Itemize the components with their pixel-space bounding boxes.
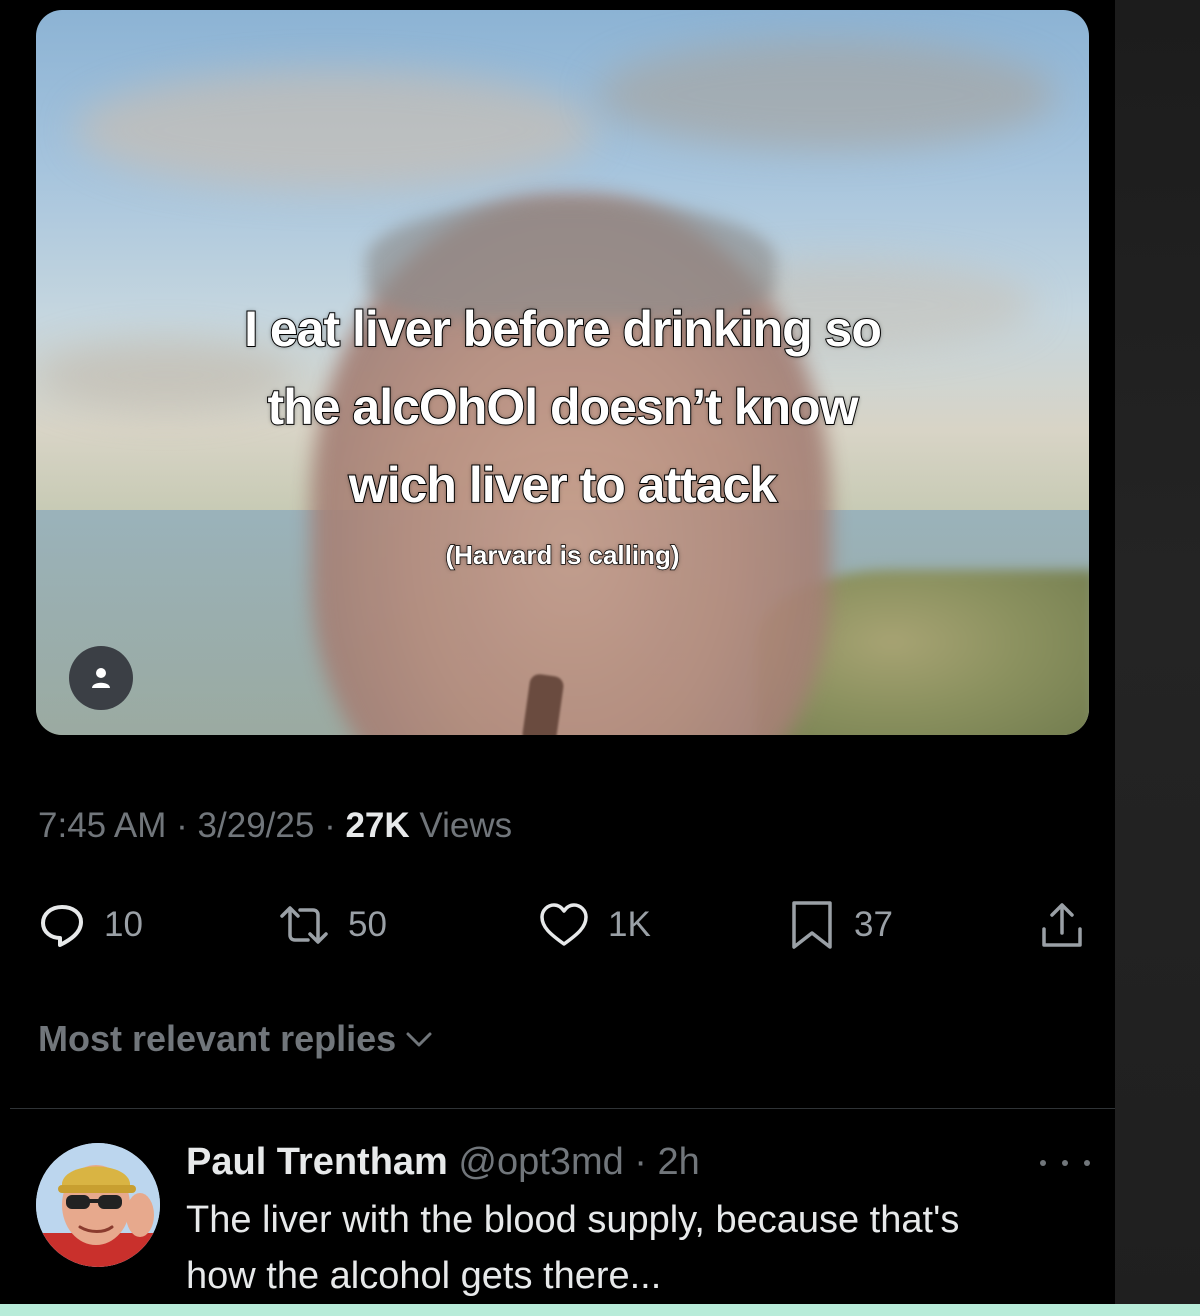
person-icon <box>92 668 110 688</box>
avatar[interactable] <box>36 1143 160 1267</box>
post-media-video[interactable]: I eat liver before drinking so the alcOh… <box>36 10 1089 735</box>
video-caption: I eat liver before drinking so the alcOh… <box>36 290 1089 524</box>
media-profile-button[interactable] <box>69 646 133 710</box>
meta-separator: · <box>176 806 188 845</box>
reply-text: The liver with the blood supply, because… <box>186 1192 1106 1304</box>
reply-item[interactable]: Paul Trentham @opt3md · 2h The liver wit… <box>186 1138 1106 1304</box>
more-options-button[interactable] <box>1040 1148 1090 1178</box>
caption-line: wich liver to attack <box>348 456 778 514</box>
bookmark-count: 37 <box>854 905 893 944</box>
bookmark-icon <box>792 901 832 949</box>
post-actions-bar: 10 50 1K 37 <box>38 895 1088 955</box>
repost-arrows-icon <box>280 906 328 944</box>
views-count: 27K <box>345 806 410 845</box>
repost-button[interactable]: 50 <box>278 895 387 955</box>
bookmark-button[interactable]: 37 <box>788 895 893 955</box>
background-edge <box>1115 0 1200 1316</box>
meta-separator: · <box>324 806 336 845</box>
video-subcaption: (Harvard is calling) <box>445 539 680 570</box>
share-upload-icon <box>1042 903 1082 947</box>
section-divider <box>10 1108 1115 1109</box>
like-count: 1K <box>608 905 651 944</box>
sky-cloud <box>596 40 1056 150</box>
views-label: Views <box>419 806 513 845</box>
more-dots-icon <box>1040 1160 1046 1166</box>
reply-author-handle[interactable]: @opt3md <box>458 1141 623 1183</box>
heart-icon <box>540 903 588 946</box>
reply-count: 10 <box>104 905 143 944</box>
reply-button[interactable]: 10 <box>38 895 143 955</box>
speech-bubble-icon <box>41 905 83 947</box>
post-date: 3/29/25 <box>197 806 315 845</box>
reply-author-name[interactable]: Paul Trentham <box>186 1141 448 1183</box>
user-photo <box>36 1143 160 1267</box>
reply-header: Paul Trentham @opt3md · 2h <box>186 1138 1106 1186</box>
replies-sort-dropdown[interactable]: Most relevant replies <box>38 1018 436 1060</box>
post-time: 7:45 AM <box>38 806 167 845</box>
sky-cloud <box>76 70 596 190</box>
more-dots-icon <box>1084 1160 1090 1166</box>
share-button[interactable] <box>1038 895 1086 955</box>
reply-text-line: The liver with the blood supply, because… <box>186 1199 960 1241</box>
caption-line: the alcOhOl doesn’t know <box>267 378 860 436</box>
reply-separator: · <box>634 1141 647 1183</box>
replies-sort-label: Most relevant replies <box>38 1018 397 1059</box>
caption-line: I eat liver before drinking so <box>243 300 883 358</box>
reply-text-line: how the alcohol gets there... <box>186 1255 662 1297</box>
repost-count: 50 <box>348 905 387 944</box>
chevron-down-icon <box>406 1032 432 1047</box>
like-button[interactable]: 1K <box>538 895 651 955</box>
post-meta: 7:45 AM · 3/29/25 · 27K Views <box>38 806 512 846</box>
more-dots-icon <box>1062 1160 1068 1166</box>
bottom-edge-strip <box>0 1304 1200 1316</box>
reply-timestamp: 2h <box>657 1141 700 1183</box>
